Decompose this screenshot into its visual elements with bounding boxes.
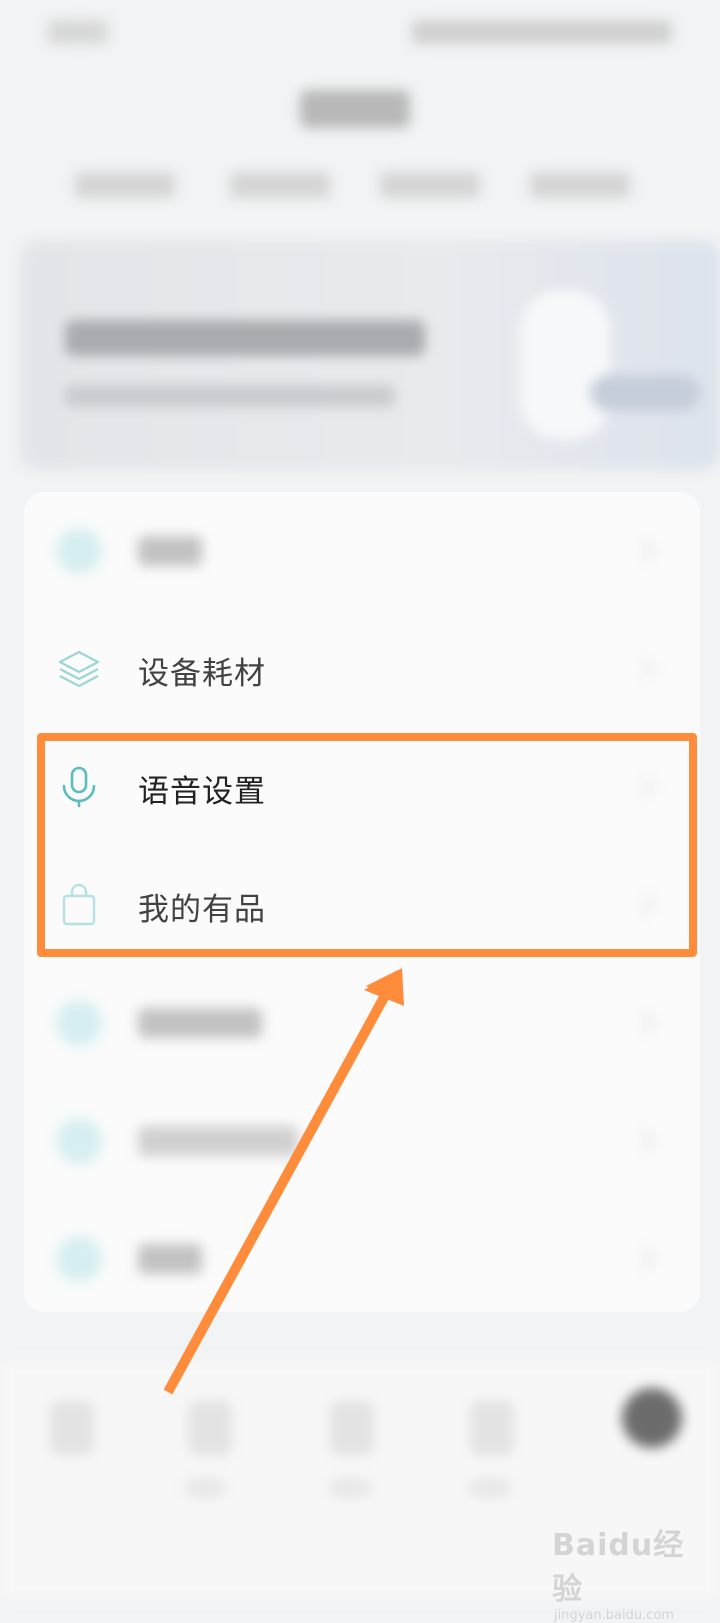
watermark-main: Baidu经验 — [552, 1528, 685, 1607]
watermark-sub: jingyan.baidu.com — [554, 1608, 674, 1623]
annotation-arrow — [163, 968, 404, 1395]
baidu-watermark: Baidu经验 jingyan.baidu.com — [552, 1520, 712, 1623]
